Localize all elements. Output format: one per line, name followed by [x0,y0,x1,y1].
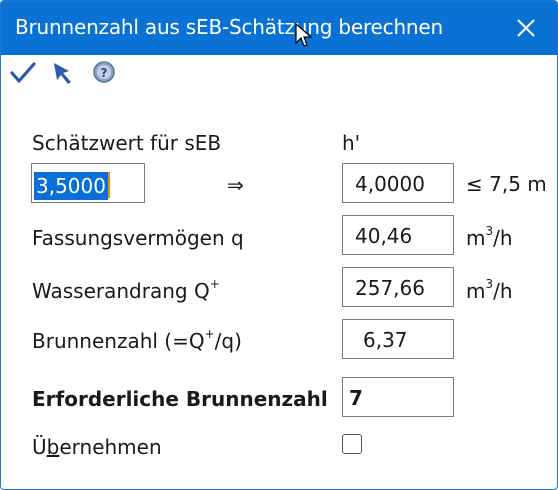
cancel-button[interactable] [49,59,77,87]
capacity-label: Fassungsvermögen q [32,226,244,250]
required-count-field[interactable]: 7 [342,377,454,417]
inflow-unit: m3/h [466,277,513,303]
capacity-unit: m3/h [466,224,513,250]
adopt-checkbox[interactable] [342,434,362,454]
inflow-label: Wasserandrang Q+ [32,277,220,303]
ok-button[interactable] [9,59,37,87]
well-count-value: 6,37 [363,328,408,352]
h-limit-label: ≤ 7,5 m [466,172,547,196]
window-title: Brunnenzahl aus sEB-Schätzung berechnen [15,15,443,39]
h-label: h' [342,131,361,155]
cursor-arrow-icon [54,63,71,84]
h-value: 4,0000 [355,172,425,196]
title-bar[interactable]: Brunnenzahl aus sEB-Schätzung berechnen [1,1,557,55]
capacity-field[interactable]: 40,46 [342,215,454,255]
close-icon [517,19,535,37]
seb-input[interactable]: 3,5000 [31,163,145,203]
seb-value: 3,5000 [34,172,108,200]
well-count-field[interactable]: 6,37 [342,319,454,359]
dialog-window: Brunnenzahl aus sEB-Schätzung berechnen [0,0,558,490]
capacity-value: 40,46 [355,224,413,248]
text-caret [107,172,110,198]
close-button[interactable] [513,15,539,41]
arrow-symbol: ⇒ [227,173,244,197]
mouse-cursor-icon [295,23,313,47]
well-count-label: Brunnenzahl (=Q+/q) [32,327,242,353]
inflow-value: 257,66 [355,276,425,300]
adopt-label: Übernehmen [32,435,162,459]
inflow-field[interactable]: 257,66 [342,267,454,307]
svg-text:?: ? [101,66,108,80]
toolbar: ? [9,59,209,87]
h-input[interactable]: 4,0000 [342,163,454,203]
required-count-value: 7 [349,386,363,410]
seb-label: Schätzwert für sEB [32,131,222,155]
required-count-label: Erforderliche Brunnenzahl [32,387,328,411]
help-icon: ? [93,61,115,83]
help-button[interactable]: ? [91,59,119,87]
checkmark-icon [10,62,36,83]
